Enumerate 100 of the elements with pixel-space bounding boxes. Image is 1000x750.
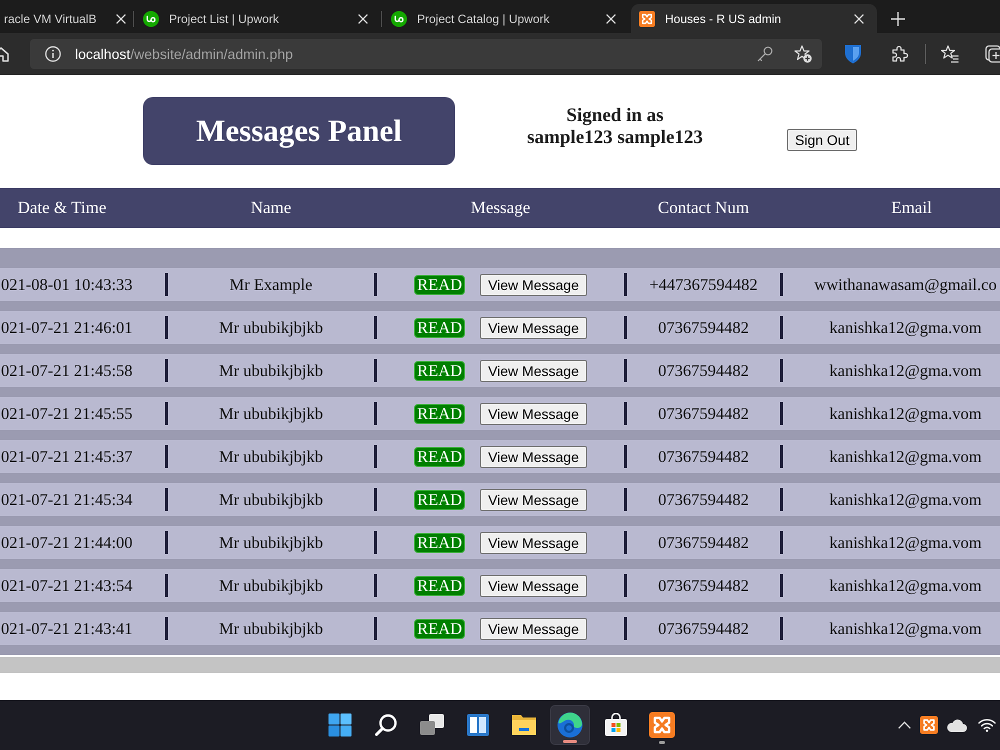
sender-name-text: Mr ububikjbjkb bbox=[218, 490, 324, 510]
sender-name-text: Mr ububikjbjkb bbox=[218, 318, 324, 338]
wifi-icon[interactable] bbox=[978, 718, 996, 732]
tile-logo-icon bbox=[649, 712, 675, 738]
email-text: kanishka12@gma.vom bbox=[829, 446, 982, 466]
browser-tab[interactable]: Houses - R US admin bbox=[631, 4, 877, 33]
address-bar[interactable]: localhost/website/admin/admin.php bbox=[30, 39, 822, 69]
email-text: kanishka12@gma.vom bbox=[829, 318, 982, 338]
contact-number-text: 07367594482 bbox=[658, 490, 749, 510]
contact-number-text: 07367594482 bbox=[658, 318, 749, 338]
sender-name-text: Mr ububikjbjkb bbox=[218, 618, 324, 638]
collections-icon[interactable] bbox=[985, 45, 1000, 63]
column-header: Name bbox=[250, 198, 292, 218]
contact-number-text: 07367594482 bbox=[658, 618, 749, 638]
date-time-text: 021-07-21 21:45:37 bbox=[1, 446, 133, 466]
view-message-button[interactable]: View Message bbox=[480, 446, 587, 468]
sender-name-text: Mr ububikjbjkb bbox=[218, 446, 324, 466]
view-message-button[interactable]: View Message bbox=[480, 532, 587, 554]
view-message-button[interactable]: View Message bbox=[480, 316, 587, 338]
sender-name-text: Mr ububikjbjkb bbox=[218, 576, 324, 596]
shield-icon[interactable] bbox=[844, 44, 862, 64]
contact-number-text: 07367594482 bbox=[658, 446, 749, 466]
view-message-button[interactable]: View Message bbox=[480, 402, 587, 424]
read-status-label: READ bbox=[414, 618, 466, 638]
view-message-button[interactable]: View Message bbox=[480, 618, 587, 640]
date-time-text: 021-07-21 21:45:34 bbox=[1, 490, 133, 510]
email-text: kanishka12@gma.vom bbox=[829, 618, 982, 638]
view-message-button[interactable]: View Message bbox=[480, 360, 587, 382]
date-time-text: 021-07-21 21:46:01 bbox=[1, 318, 133, 338]
email-text: kanishka12@gma.vom bbox=[829, 360, 982, 380]
browser-tab[interactable]: Project List | Upwork bbox=[135, 4, 381, 33]
sign-out-button[interactable]: Sign Out bbox=[787, 129, 858, 151]
date-time-text: 021-07-21 21:44:00 bbox=[1, 532, 133, 552]
shopping-bag-icon bbox=[604, 713, 628, 737]
column-header: Date & Time bbox=[18, 198, 106, 218]
sender-name-text: Mr Example bbox=[230, 274, 312, 294]
tile-logo-icon bbox=[639, 10, 655, 26]
date-time-text: 021-08-01 10:43:33 bbox=[1, 274, 133, 294]
start-menu-icon bbox=[328, 713, 352, 737]
contact-number-text: 07367594482 bbox=[658, 404, 749, 424]
favorites-icon[interactable] bbox=[941, 45, 959, 63]
running-indicator-icon bbox=[659, 741, 665, 744]
read-status-label: READ bbox=[414, 532, 466, 552]
sender-name-text: Mr ububikjbjkb bbox=[218, 360, 324, 380]
read-status-label: READ bbox=[414, 360, 466, 380]
read-status-label: READ bbox=[414, 490, 466, 510]
date-time-text: 021-07-21 21:45:58 bbox=[1, 360, 133, 380]
star-plus-icon[interactable] bbox=[794, 45, 812, 63]
signed-in-label: Signed in as bbox=[565, 105, 665, 127]
read-status-label: READ bbox=[414, 274, 466, 294]
overlapping-windows-icon bbox=[420, 713, 444, 737]
puzzle-icon[interactable] bbox=[891, 45, 909, 63]
view-message-button[interactable]: View Message bbox=[480, 488, 587, 510]
close-icon[interactable] bbox=[116, 14, 126, 24]
running-indicator-icon bbox=[563, 740, 577, 743]
panel-title: Messages Panel bbox=[143, 97, 455, 165]
read-status-label: READ bbox=[414, 446, 466, 466]
browser-tab[interactable]: Project Catalog | Upwork bbox=[383, 4, 629, 33]
chevron-up-icon[interactable] bbox=[898, 721, 911, 729]
email-text: kanishka12@gma.vom bbox=[829, 490, 982, 510]
date-time-text: 021-07-21 21:43:41 bbox=[1, 618, 133, 638]
email-text: kanishka12@gma.vom bbox=[829, 576, 982, 596]
horizontal-scrollbar[interactable] bbox=[0, 657, 1000, 673]
close-icon[interactable] bbox=[854, 14, 864, 24]
contact-number-text: 07367594482 bbox=[658, 360, 749, 380]
home-icon[interactable] bbox=[0, 46, 9, 62]
key-icon[interactable] bbox=[757, 46, 773, 62]
close-icon[interactable] bbox=[358, 14, 368, 24]
round-logo-icon bbox=[143, 10, 159, 26]
sender-name-text: Mr ububikjbjkb bbox=[218, 532, 324, 552]
date-time-text: 021-07-21 21:45:55 bbox=[1, 404, 133, 424]
round-logo-icon bbox=[391, 10, 407, 26]
url-text: localhost/website/admin/admin.php bbox=[75, 46, 293, 62]
close-icon[interactable] bbox=[606, 14, 616, 24]
search-icon bbox=[374, 713, 398, 737]
tile-logo-icon[interactable] bbox=[920, 716, 938, 734]
swirl-logo-icon bbox=[557, 712, 583, 738]
date-time-text: 021-07-21 21:43:54 bbox=[1, 576, 133, 596]
column-header: Contact Num bbox=[658, 198, 750, 218]
sender-name-text: Mr ububikjbjkb bbox=[218, 404, 324, 424]
browser-tab[interactable]: racle VM VirtualB bbox=[0, 4, 133, 33]
info-icon[interactable] bbox=[45, 46, 61, 62]
contact-number-text: +447367594482 bbox=[649, 274, 758, 294]
contact-number-text: 07367594482 bbox=[658, 576, 749, 596]
email-text: kanishka12@gma.vom bbox=[829, 404, 982, 424]
plus-icon[interactable] bbox=[891, 12, 905, 26]
column-header: Message bbox=[470, 198, 530, 218]
cloud-icon[interactable] bbox=[947, 718, 967, 732]
read-status-label: READ bbox=[414, 318, 466, 338]
user-name: sample123 sample123 bbox=[526, 127, 704, 149]
column-header: Email bbox=[891, 198, 932, 218]
view-message-button[interactable]: View Message bbox=[480, 274, 587, 296]
folder-icon bbox=[511, 713, 537, 737]
email-text: wwithanawasam@gmail.co bbox=[814, 274, 997, 294]
read-status-label: READ bbox=[414, 404, 466, 424]
email-text: kanishka12@gma.vom bbox=[829, 532, 982, 552]
contact-number-text: 07367594482 bbox=[658, 532, 749, 552]
read-status-label: READ bbox=[414, 576, 466, 596]
view-message-button[interactable]: View Message bbox=[480, 574, 587, 596]
taskbar-button[interactable] bbox=[550, 705, 590, 745]
